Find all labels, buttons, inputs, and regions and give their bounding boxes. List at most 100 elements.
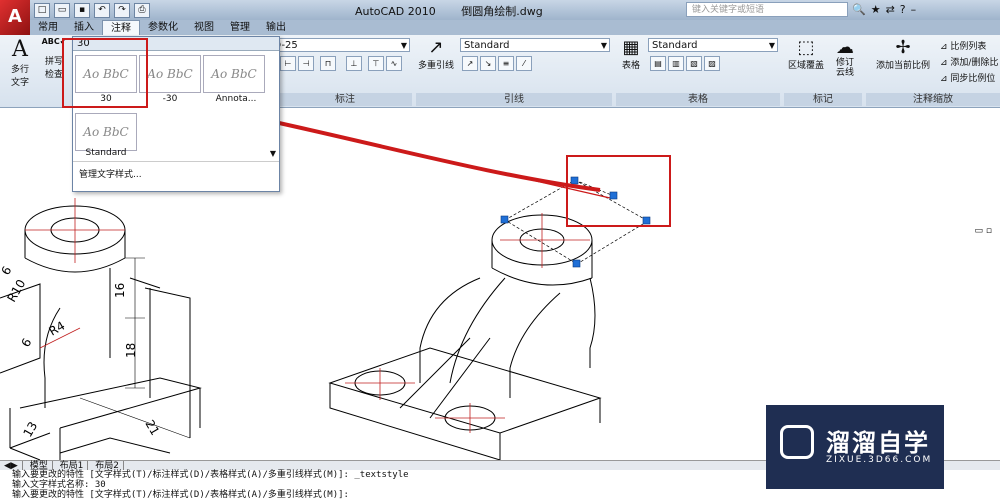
wipeout-icon: ⬚ [797, 37, 815, 58]
grip-handle[interactable] [642, 216, 651, 225]
search-input[interactable]: 键入关键字或短语 [686, 2, 848, 17]
watermark: 溜溜自学 ZIXUE.3D66.COM [766, 405, 944, 489]
add-delete-scale-button[interactable]: ⊿ 添加/删除比 [940, 55, 998, 68]
print-icon[interactable]: ⎙ [134, 3, 150, 18]
multiline-text-label: 多行 文字 [10, 65, 29, 88]
scale-list-label: 比例列表 [950, 42, 987, 52]
table-panel-label: 表格 [616, 93, 780, 106]
help-icons: 🔍 ★ ⇄ ? – [852, 3, 916, 16]
scale-list-button[interactable]: ⊿ 比例列表 [940, 39, 986, 52]
tab-output[interactable]: 输出 [258, 20, 294, 35]
help-icon[interactable]: ? [900, 3, 906, 16]
star-icon[interactable]: ★ [871, 3, 881, 16]
window-title: AutoCAD 2010 倒圆角绘制.dwg [355, 3, 565, 19]
dim-label-6b: 6 [18, 336, 34, 350]
manage-text-styles-link[interactable]: 管理文字样式... [79, 167, 142, 180]
quick-access-toolbar: □ ▭ ▪ ↶ ↷ ⎙ [34, 3, 150, 18]
dim-panel-label: 标注 [278, 93, 412, 106]
style-preview-standard[interactable]: Ao BbC [75, 113, 137, 151]
dim-style-select[interactable]: ISO-25 ▼ [260, 38, 410, 52]
dim-linear-icon[interactable]: ⊢ [280, 56, 296, 71]
style-preview-neg30[interactable]: Ao BbC [139, 55, 201, 93]
text-a-icon: A [12, 37, 28, 62]
add-delete-icon: ⊿ [940, 58, 948, 68]
dim-jog-icon[interactable]: ∿ [386, 56, 402, 71]
style-name-annotative: Annota... [215, 94, 257, 104]
markup-panel-label: 标记 [784, 93, 862, 106]
add-current-scale-button[interactable]: ✢ 添加当前比例 [870, 37, 936, 71]
scroll-down-icon[interactable]: ▼ [270, 149, 276, 158]
table-export-icon[interactable]: ▤ [650, 56, 666, 71]
viewport-restore-icon[interactable]: ▭ ▫ [975, 226, 992, 236]
table-icon: ▦ [622, 37, 640, 58]
table-label: 表格 [621, 61, 640, 71]
style-name-neg30: -30 [162, 94, 178, 104]
divider [73, 161, 279, 162]
title-bar: □ ▭ ▪ ↶ ↷ ⎙ AutoCAD 2010 倒圆角绘制.dwg 键入关键字… [0, 0, 1000, 20]
tab-annotate[interactable]: 注释 [102, 20, 140, 35]
revcloud-button[interactable]: ☁ 修订 云线 [830, 37, 860, 78]
dim-label-6a: 6 [0, 264, 14, 278]
play-logo-icon [780, 425, 814, 459]
collect-leader-icon[interactable]: ⁄ [516, 56, 532, 71]
dim-break-icon[interactable]: ⊤ [368, 56, 384, 71]
table-update-icon[interactable]: ▨ [704, 56, 720, 71]
add-delete-scale-label: 添加/删除比 [950, 58, 999, 68]
grip-handle[interactable] [572, 259, 581, 268]
leader-panel-label: 引线 [416, 93, 612, 106]
multileader-icon: ↗ [428, 37, 444, 58]
sync-scale-button[interactable]: ⊿ 同步比例位 [940, 71, 995, 84]
grip-handle[interactable] [570, 176, 579, 185]
align-leader-icon[interactable]: ≡ [498, 56, 514, 71]
revcloud-label: 修订 云线 [835, 58, 854, 78]
style-preview-annotative[interactable]: Ao BbC [203, 55, 265, 93]
chevron-down-icon: ▼ [400, 41, 407, 50]
sync-icon: ⊿ [940, 74, 948, 84]
scale-panel-label: 注释缩放 [866, 93, 1000, 106]
multileader-label: 多重引线 [417, 61, 454, 71]
new-icon[interactable]: □ [34, 3, 50, 18]
table-style-select[interactable]: Standard ▼ [648, 38, 778, 52]
undo-icon[interactable]: ↶ [94, 3, 110, 18]
autocad-logo-icon[interactable]: A [0, 0, 30, 38]
remove-leader-icon[interactable]: ↘ [480, 56, 496, 71]
command-line: 输入要更改的特性 [文字样式(T)/标注样式(D)/表格样式(A)/多重引线样式… [12, 490, 349, 500]
table-extract-icon[interactable]: ▧ [686, 56, 702, 71]
search-icon[interactable]: 🔍 [852, 3, 866, 16]
chevron-down-icon: ▼ [768, 41, 775, 50]
grip-handle[interactable] [500, 215, 509, 224]
table-link-icon[interactable]: ▥ [668, 56, 684, 71]
tab-manage[interactable]: 管理 [222, 20, 258, 35]
style-name-standard: Standard [85, 148, 127, 158]
ribbon-tabs: 常用 插入 注释 参数化 视图 管理 输出 [30, 20, 1000, 35]
dim-label-21: 21 [142, 418, 162, 438]
wipeout-button[interactable]: ⬚ 区域覆盖 [786, 37, 826, 71]
tab-home[interactable]: 常用 [30, 20, 66, 35]
table-button[interactable]: ▦ 表格 [616, 37, 646, 71]
tab-insert[interactable]: 插入 [66, 20, 102, 35]
tab-view[interactable]: 视图 [186, 20, 222, 35]
revcloud-icon: ☁ [836, 37, 854, 58]
multiline-text-button[interactable]: A 多行 文字 [6, 37, 34, 88]
multileader-button[interactable]: ↗ 多重引线 [416, 37, 456, 71]
redo-icon[interactable]: ↷ [114, 3, 130, 18]
dim-baseline-icon[interactable]: ⊥ [346, 56, 362, 71]
add-leader-icon[interactable]: ↗ [462, 56, 478, 71]
app-name: AutoCAD 2010 [355, 5, 436, 18]
dim-label-16: 16 [113, 283, 127, 298]
table-style-value: Standard [652, 40, 698, 51]
scale-list-icon: ⊿ [940, 42, 948, 52]
dim-continue-icon[interactable]: ⊓ [320, 56, 336, 71]
exchange-icon[interactable]: ⇄ [886, 3, 895, 16]
open-icon[interactable]: ▭ [54, 3, 70, 18]
grip-handle[interactable] [609, 191, 618, 200]
minimize-icon[interactable]: – [911, 3, 917, 16]
dim-aligned-icon[interactable]: ⊣ [298, 56, 314, 71]
chevron-down-icon: ▼ [600, 41, 607, 50]
scale-icon: ✢ [895, 37, 911, 58]
watermark-en: ZIXUE.3D66.COM [826, 455, 933, 465]
leader-style-select[interactable]: Standard ▼ [460, 38, 610, 52]
tab-parametric[interactable]: 参数化 [140, 20, 186, 35]
leader-style-value: Standard [464, 40, 510, 51]
save-icon[interactable]: ▪ [74, 3, 90, 18]
